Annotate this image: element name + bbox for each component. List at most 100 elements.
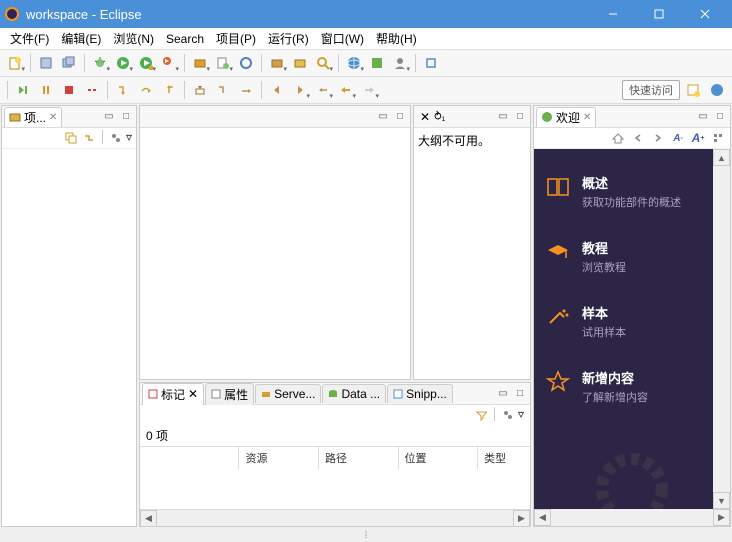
debug-button[interactable] bbox=[89, 52, 111, 74]
maximize-view-button[interactable]: □ bbox=[512, 386, 528, 402]
maximize-view-button[interactable]: □ bbox=[712, 109, 728, 125]
font-increase-button[interactable]: A+ bbox=[690, 130, 706, 146]
welcome-tab[interactable]: 欢迎 ✕ bbox=[536, 107, 596, 127]
last-edit-button[interactable] bbox=[312, 79, 334, 101]
run-last-button[interactable] bbox=[135, 52, 157, 74]
new-button[interactable] bbox=[4, 52, 26, 74]
home-button[interactable] bbox=[610, 130, 626, 146]
menu-navigate[interactable]: 浏览(N) bbox=[107, 28, 160, 49]
scroll-up-button[interactable]: ▲ bbox=[713, 149, 730, 166]
save-button[interactable] bbox=[35, 52, 57, 74]
close-icon[interactable]: ✕ bbox=[188, 387, 198, 401]
view-menu-button[interactable]: ▿ bbox=[126, 130, 132, 146]
next-annotation-button[interactable] bbox=[289, 79, 311, 101]
menu-search[interactable]: Search bbox=[160, 30, 210, 48]
maximize-button[interactable] bbox=[636, 0, 682, 28]
minimize-view-button[interactable]: ▭ bbox=[375, 109, 391, 125]
menu-window[interactable]: 窗口(W) bbox=[315, 28, 370, 49]
col-path[interactable]: 路径 bbox=[319, 447, 399, 469]
disconnect-button[interactable] bbox=[81, 79, 103, 101]
perspective-open-button[interactable] bbox=[682, 79, 704, 101]
pin-button[interactable] bbox=[420, 52, 442, 74]
group-button[interactable] bbox=[500, 407, 516, 423]
run-button[interactable] bbox=[112, 52, 134, 74]
welcome-item-whatsnew[interactable]: 新增内容 了解新增内容 bbox=[534, 354, 713, 419]
resume-button[interactable] bbox=[12, 79, 34, 101]
perspective-javaee-button[interactable] bbox=[706, 79, 728, 101]
col-location[interactable]: 位置 bbox=[399, 447, 479, 469]
welcome-item-samples[interactable]: 样本 试用样本 bbox=[534, 289, 713, 354]
menu-edit[interactable]: 编辑(E) bbox=[55, 28, 107, 49]
quick-access[interactable]: 快速访问 bbox=[622, 80, 680, 100]
user-button[interactable] bbox=[389, 52, 411, 74]
forward-button[interactable] bbox=[650, 130, 666, 146]
back-button[interactable] bbox=[630, 130, 646, 146]
tab-properties[interactable]: 属性 bbox=[205, 383, 254, 405]
external-tools-button[interactable] bbox=[158, 52, 180, 74]
terminate-button[interactable] bbox=[58, 79, 80, 101]
scroll-track[interactable] bbox=[713, 166, 730, 492]
maximize-view-button[interactable]: □ bbox=[118, 109, 134, 125]
step-return-button[interactable] bbox=[158, 79, 180, 101]
welcome-vscrollbar[interactable]: ▲ ▼ bbox=[713, 149, 730, 509]
menu-run[interactable]: 运行(R) bbox=[262, 28, 315, 49]
link-editor-button[interactable] bbox=[81, 130, 97, 146]
drop-to-frame-button[interactable] bbox=[189, 79, 211, 101]
tab-snippets[interactable]: Snipp... bbox=[387, 384, 453, 403]
menu-help[interactable]: 帮助(H) bbox=[370, 28, 423, 49]
step-over-button[interactable] bbox=[135, 79, 157, 101]
collapse-all-button[interactable] bbox=[63, 130, 79, 146]
minimize-view-button[interactable]: ▭ bbox=[495, 386, 511, 402]
step-into-button[interactable] bbox=[112, 79, 134, 101]
save-all-button[interactable] bbox=[58, 52, 80, 74]
minimize-view-button[interactable]: ▭ bbox=[495, 109, 511, 125]
tab-markers[interactable]: 标记 ✕ bbox=[142, 383, 204, 405]
step-button-2[interactable] bbox=[235, 79, 257, 101]
close-button[interactable] bbox=[682, 0, 728, 28]
minimize-view-button[interactable]: ▭ bbox=[101, 109, 117, 125]
scroll-right-button[interactable]: ▶ bbox=[713, 509, 730, 526]
col-resource[interactable]: 资源 bbox=[239, 447, 319, 469]
tab-data[interactable]: Data ... bbox=[322, 384, 386, 403]
suspend-button[interactable] bbox=[35, 79, 57, 101]
welcome-hscrollbar[interactable]: ◀ ▶ bbox=[534, 509, 730, 526]
open-type-button[interactable] bbox=[266, 52, 288, 74]
tab-servers[interactable]: Serve... bbox=[255, 384, 321, 403]
back-button[interactable] bbox=[335, 79, 357, 101]
menu-file[interactable]: 文件(F) bbox=[4, 28, 55, 49]
filters-button[interactable] bbox=[108, 130, 124, 146]
welcome-item-overview[interactable]: 概述 获取功能部件的概述 bbox=[534, 159, 713, 224]
col-type[interactable]: 类型 bbox=[478, 447, 530, 469]
project-explorer-tab[interactable]: 项... ✕ bbox=[4, 107, 62, 127]
minimize-view-button[interactable]: ▭ bbox=[695, 109, 711, 125]
maximize-view-button[interactable]: □ bbox=[512, 109, 528, 125]
use-step-filters-button[interactable] bbox=[212, 79, 234, 101]
web-browser-button[interactable] bbox=[343, 52, 365, 74]
scroll-right-button[interactable]: ▶ bbox=[513, 510, 530, 527]
view-menu-button[interactable]: ▿ bbox=[518, 407, 524, 423]
prev-annotation-button[interactable] bbox=[266, 79, 288, 101]
menu-project[interactable]: 项目(P) bbox=[210, 28, 262, 49]
forward-button[interactable] bbox=[358, 79, 380, 101]
welcome-item-tutorials[interactable]: 教程 浏览教程 bbox=[534, 224, 713, 289]
scroll-down-button[interactable]: ▼ bbox=[713, 492, 730, 509]
scroll-track[interactable] bbox=[551, 509, 713, 526]
close-icon[interactable]: ✕ bbox=[416, 110, 434, 124]
skip-breakpoints-button[interactable] bbox=[235, 52, 257, 74]
search-button[interactable] bbox=[312, 52, 334, 74]
new-server-button[interactable] bbox=[189, 52, 211, 74]
maximize-view-button[interactable]: □ bbox=[392, 109, 408, 125]
minimize-button[interactable] bbox=[590, 0, 636, 28]
open-task-button[interactable] bbox=[289, 52, 311, 74]
filter-button[interactable] bbox=[473, 407, 489, 423]
scroll-left-button[interactable]: ◀ bbox=[534, 509, 551, 526]
close-icon[interactable]: ✕ bbox=[583, 112, 591, 123]
col-desc[interactable] bbox=[140, 447, 239, 469]
font-decrease-button[interactable]: A- bbox=[670, 130, 686, 146]
close-icon[interactable]: ✕ bbox=[49, 112, 57, 123]
jpa-button[interactable] bbox=[366, 52, 388, 74]
new-project-button[interactable] bbox=[212, 52, 234, 74]
markers-hscrollbar[interactable]: ◀ ▶ bbox=[140, 509, 530, 526]
customize-button[interactable] bbox=[710, 130, 726, 146]
scroll-left-button[interactable]: ◀ bbox=[140, 510, 157, 527]
